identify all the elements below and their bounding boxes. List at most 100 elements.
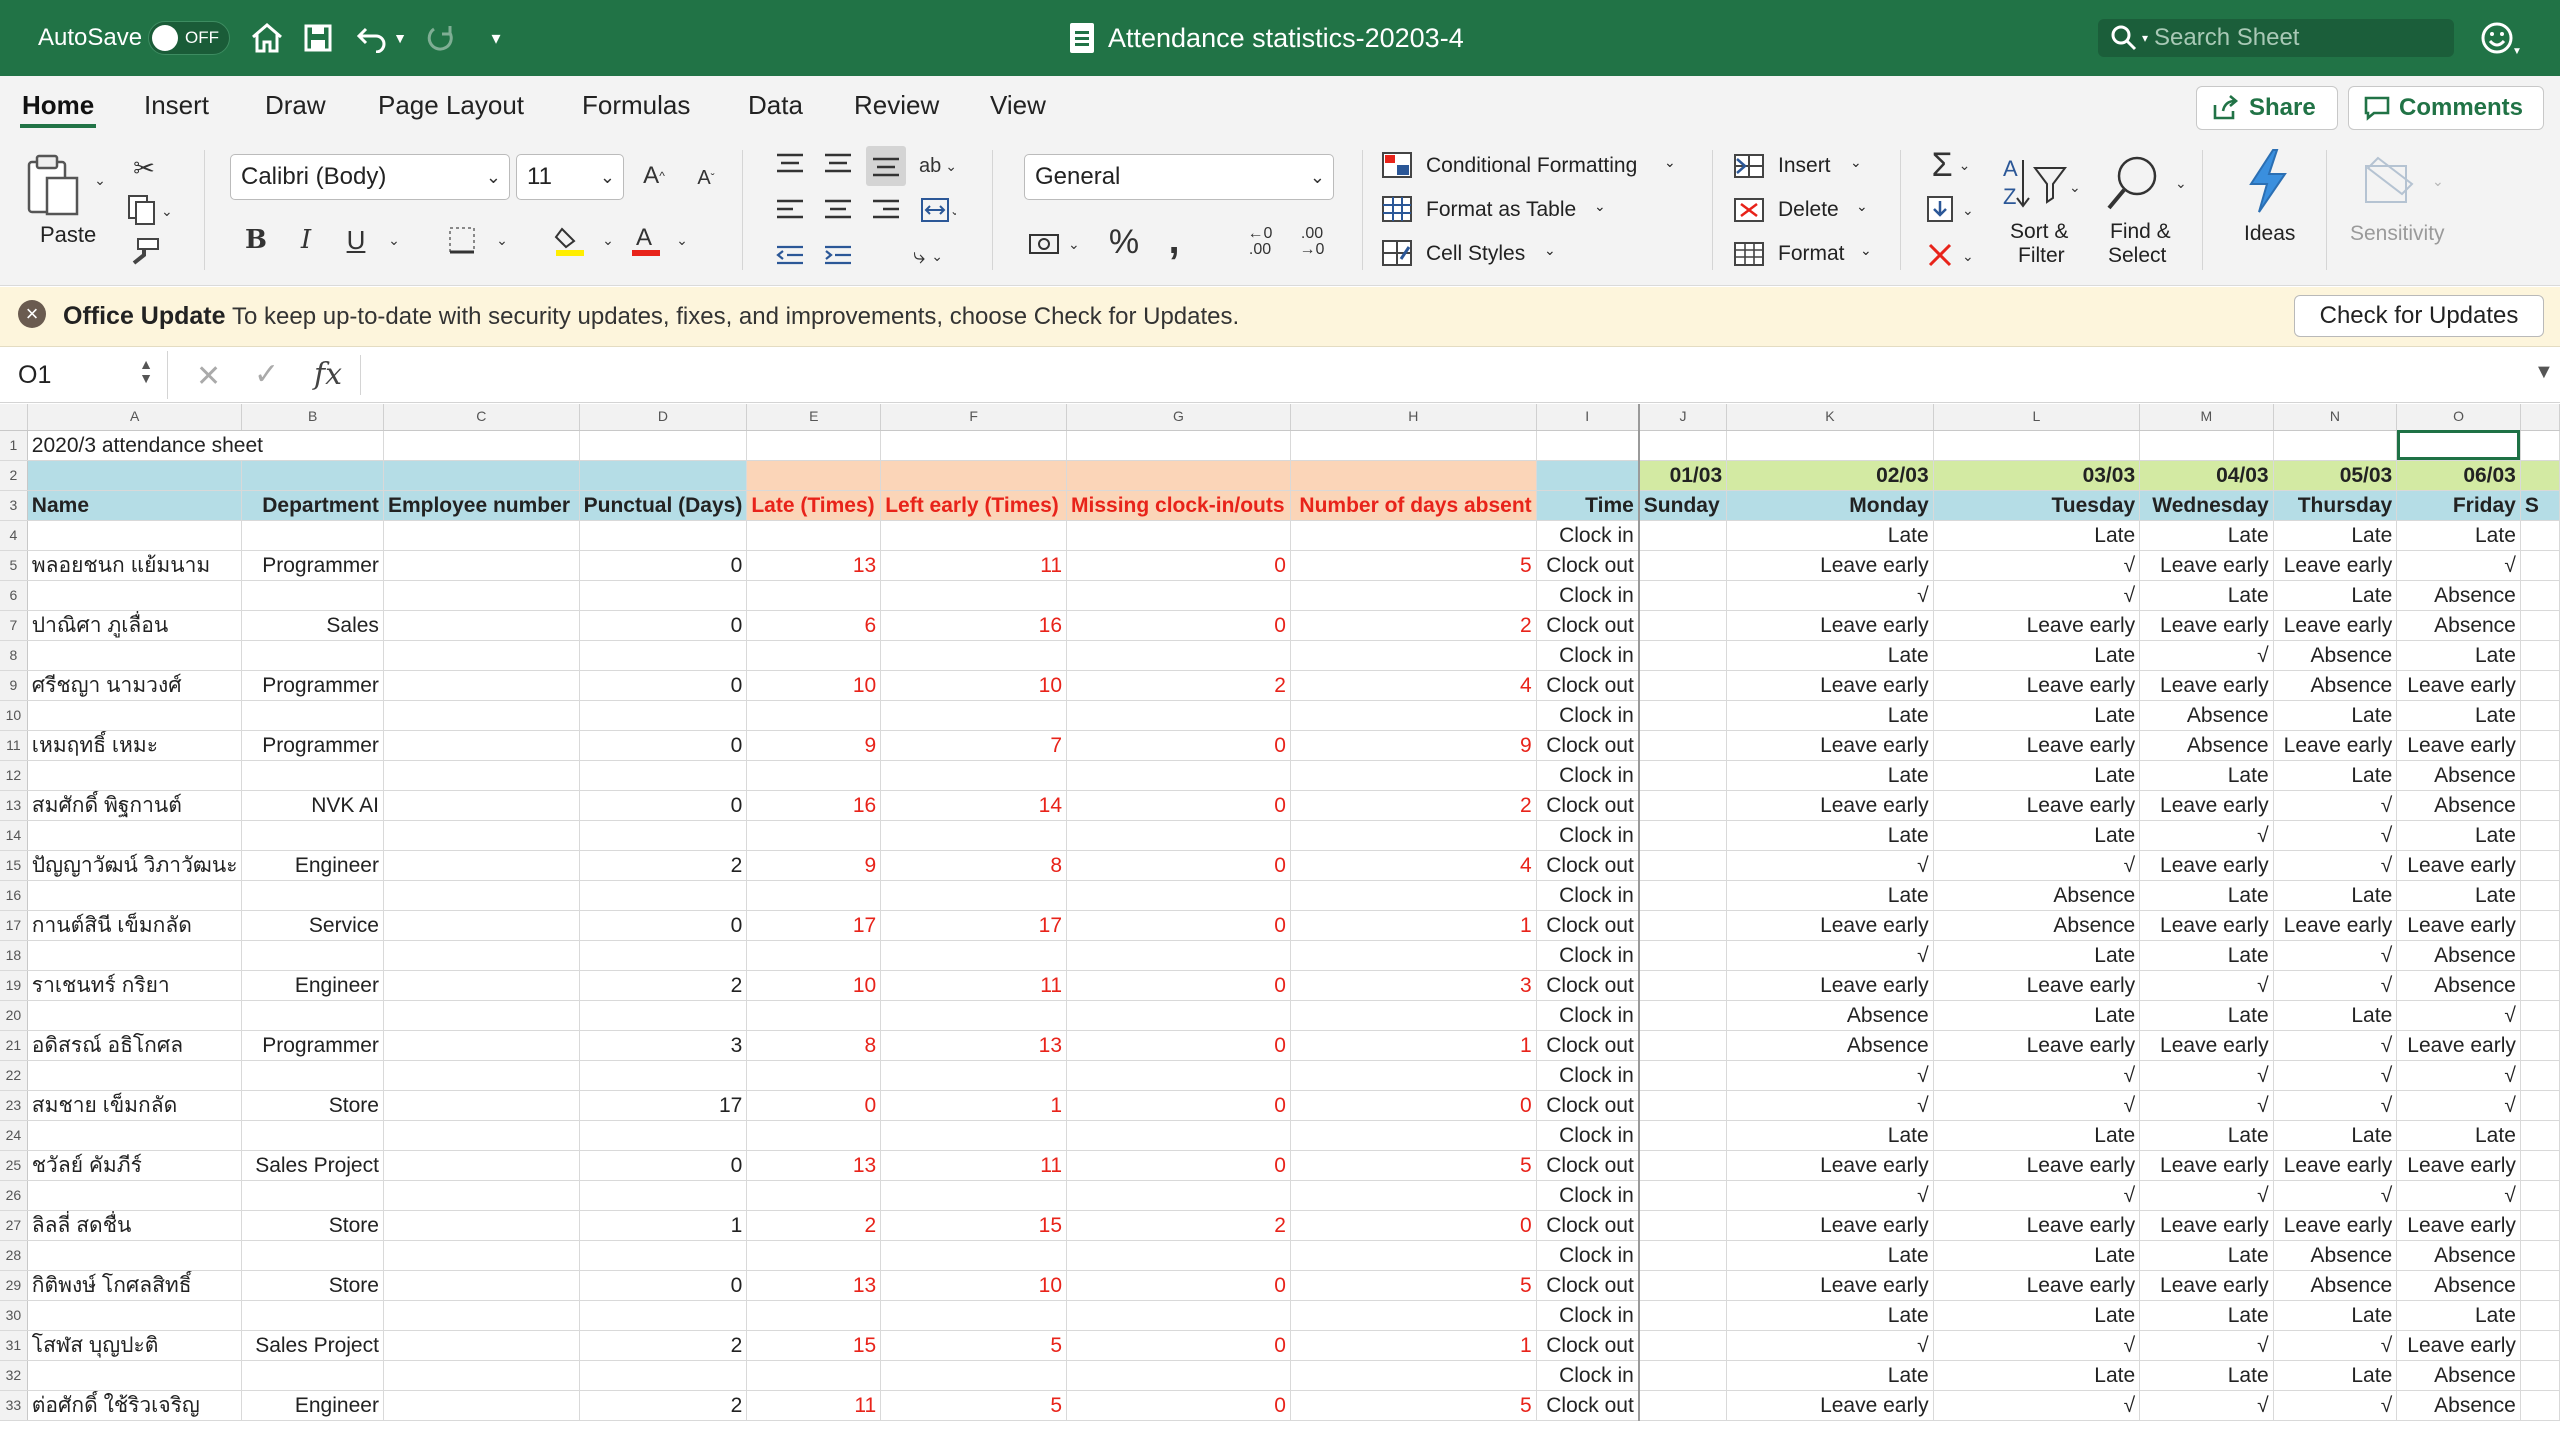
- cell[interactable]: [383, 1360, 580, 1391]
- absent-days-cell[interactable]: 5: [1290, 550, 1537, 581]
- absent-days-cell[interactable]: 5: [1290, 1390, 1537, 1421]
- employee-name-cell[interactable]: โสฬส บุญปะติ: [27, 1330, 243, 1361]
- cell[interactable]: [746, 1240, 882, 1271]
- department-cell[interactable]: NVK AI: [241, 790, 384, 821]
- row-header[interactable]: 18: [0, 940, 28, 971]
- attendance-cell[interactable]: [1638, 760, 1728, 791]
- cell[interactable]: [579, 1180, 748, 1211]
- cell[interactable]: [2520, 520, 2560, 551]
- row-header[interactable]: 33: [0, 1390, 28, 1421]
- row-header[interactable]: 31: [0, 1330, 28, 1361]
- employee-name-cell[interactable]: กานต์สินี เข็มกลัด: [27, 910, 243, 941]
- cell[interactable]: [1066, 940, 1291, 971]
- cell[interactable]: [27, 1000, 243, 1031]
- employee-name-cell[interactable]: ปัญญาวัฒน์ วิภาวัฒนะ: [27, 850, 243, 881]
- left-early-count-cell[interactable]: 5: [880, 1330, 1068, 1361]
- date-header-cell[interactable]: 06/03: [2396, 460, 2521, 491]
- missing-clock-cell[interactable]: 0: [1066, 790, 1291, 821]
- worksheet-table[interactable]: A B C D E F G H I J K L M N O 1 2020/3 attendance sheet 2…: [0, 404, 2560, 1421]
- cell[interactable]: [746, 1360, 882, 1391]
- cell[interactable]: [2520, 1060, 2560, 1091]
- borders-icon[interactable]: [444, 222, 480, 258]
- row-header[interactable]: 25: [0, 1150, 28, 1181]
- department-cell[interactable]: Engineer: [241, 850, 384, 881]
- date-header-cell[interactable]: 05/03: [2273, 460, 2398, 491]
- expand-formula-bar-icon[interactable]: ▼: [2534, 361, 2554, 384]
- attendance-cell[interactable]: Late: [2396, 640, 2521, 671]
- name-box[interactable]: O1 ▲ ▼: [0, 351, 168, 399]
- time-type-cell[interactable]: Clock out: [1536, 1390, 1640, 1421]
- cell[interactable]: [27, 520, 243, 551]
- cell[interactable]: [880, 580, 1068, 611]
- left-early-count-cell[interactable]: 11: [880, 550, 1068, 581]
- conditional-formatting-label[interactable]: Conditional Formatting: [1426, 154, 1637, 178]
- attendance-cell[interactable]: Late: [2139, 520, 2274, 551]
- insert-function-button[interactable]: fx: [314, 357, 342, 392]
- cell[interactable]: [1290, 1360, 1537, 1391]
- format-as-table-icon[interactable]: [1380, 194, 1414, 224]
- missing-clock-cell[interactable]: 0: [1066, 850, 1291, 881]
- tab-page-layout[interactable]: Page Layout: [378, 90, 524, 121]
- home-icon[interactable]: [245, 16, 289, 60]
- autosum-icon[interactable]: Σ ⌄: [1924, 146, 1978, 184]
- department-cell[interactable]: Programmer: [241, 670, 384, 701]
- attendance-cell[interactable]: Leave early: [2139, 1210, 2274, 1241]
- percent-style-button[interactable]: %: [1102, 220, 1146, 264]
- employee-number-cell[interactable]: [383, 1150, 580, 1181]
- attendance-cell[interactable]: [1638, 1390, 1728, 1421]
- left-early-count-cell[interactable]: 11: [880, 970, 1068, 1001]
- attendance-cell[interactable]: [1638, 790, 1728, 821]
- attendance-cell[interactable]: √: [2273, 850, 2398, 881]
- cell[interactable]: [1066, 1060, 1291, 1091]
- cell[interactable]: [880, 640, 1068, 671]
- delete-label[interactable]: Delete: [1778, 198, 1839, 222]
- cell[interactable]: [1066, 430, 1291, 461]
- punctual-cell[interactable]: 17: [579, 1090, 748, 1121]
- attendance-cell[interactable]: Leave early: [2396, 1330, 2521, 1361]
- underline-button[interactable]: U: [338, 222, 374, 258]
- row-header[interactable]: 20: [0, 1000, 28, 1031]
- attendance-cell[interactable]: Leave early: [1726, 970, 1934, 1001]
- cell[interactable]: [1290, 820, 1537, 851]
- attendance-cell[interactable]: [1638, 1240, 1728, 1271]
- column-title-cell[interactable]: Missing clock-in/outs: [1066, 490, 1291, 521]
- name-box-stepper-icon[interactable]: ▲ ▼: [139, 357, 153, 385]
- cell[interactable]: [746, 760, 882, 791]
- attendance-cell[interactable]: √: [2273, 790, 2398, 821]
- attendance-cell[interactable]: Absence: [2396, 760, 2521, 791]
- attendance-cell[interactable]: Leave early: [1933, 670, 2141, 701]
- missing-clock-cell[interactable]: 0: [1066, 1030, 1291, 1061]
- attendance-cell[interactable]: Late: [2139, 1000, 2274, 1031]
- attendance-cell[interactable]: [1638, 520, 1728, 551]
- cell[interactable]: [241, 880, 384, 911]
- time-type-cell[interactable]: Clock in: [1536, 640, 1640, 671]
- attendance-cell[interactable]: [1638, 1270, 1728, 1301]
- format-painter-icon[interactable]: [124, 234, 164, 270]
- missing-clock-cell[interactable]: 0: [1066, 970, 1291, 1001]
- attendance-cell[interactable]: [1638, 820, 1728, 851]
- decrease-decimal-icon[interactable]: .00 →0: [1290, 222, 1334, 262]
- cell[interactable]: [2396, 430, 2521, 461]
- department-cell[interactable]: Sales: [241, 610, 384, 641]
- time-type-cell[interactable]: Clock in: [1536, 820, 1640, 851]
- attendance-cell[interactable]: √: [2273, 1390, 2398, 1421]
- wrap-text-icon[interactable]: ⤷ ⌄: [900, 238, 956, 274]
- time-type-cell[interactable]: Clock out: [1536, 910, 1640, 941]
- attendance-cell[interactable]: √: [2273, 820, 2398, 851]
- time-type-cell[interactable]: Clock in: [1536, 700, 1640, 731]
- attendance-cell[interactable]: Absence: [2396, 970, 2521, 1001]
- cell[interactable]: [579, 700, 748, 731]
- left-early-count-cell[interactable]: 10: [880, 670, 1068, 701]
- left-early-count-cell[interactable]: 8: [880, 850, 1068, 881]
- time-type-cell[interactable]: Clock in: [1536, 760, 1640, 791]
- punctual-cell[interactable]: 2: [579, 1330, 748, 1361]
- find-select-icon[interactable]: ⌄: [2098, 150, 2190, 216]
- cell[interactable]: [1290, 1000, 1537, 1031]
- tab-draw[interactable]: Draw: [265, 90, 326, 121]
- cell[interactable]: [383, 1300, 580, 1331]
- font-color-options-chevron-icon[interactable]: ⌄: [670, 228, 694, 252]
- punctual-cell[interactable]: 2: [579, 970, 748, 1001]
- cell[interactable]: [383, 1060, 580, 1091]
- cell[interactable]: [241, 520, 384, 551]
- cell[interactable]: [383, 1180, 580, 1211]
